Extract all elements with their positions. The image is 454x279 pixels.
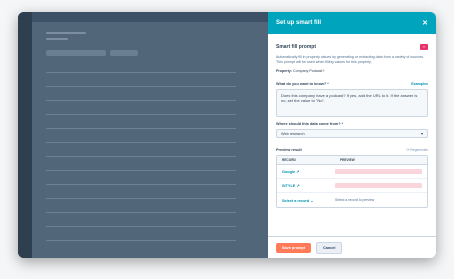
panel-title: Set up smart fill (276, 20, 322, 26)
ai-sparkle-icon: ✦ (420, 44, 428, 50)
preview-cell (335, 169, 427, 174)
background-row (46, 114, 236, 115)
column-header-preview: PREVIEW (340, 158, 355, 162)
background-topbar (32, 12, 268, 22)
source-select[interactable]: Web research ▾ (276, 129, 428, 138)
question-label: What do you want to know? * (276, 82, 329, 86)
preview-table: RECORD PREVIEW Google ↗ SITYLE ↗ Select … (276, 155, 428, 208)
question-label-row: What do you want to know? * Examples (276, 82, 428, 86)
close-icon[interactable]: ✕ (422, 19, 428, 27)
source-label-row: Where should this data come from? * (276, 122, 428, 126)
prompt-textarea[interactable]: Does this company have a podcast? If yes… (276, 89, 428, 117)
smart-fill-panel: Set up smart fill ✕ Smart fill prompt ✦ … (268, 12, 436, 258)
table-header: RECORD PREVIEW (277, 156, 427, 165)
app-window: Set up smart fill ✕ Smart fill prompt ✦ … (18, 12, 436, 258)
property-value: Company Podcast? (292, 69, 325, 73)
background-heading (46, 32, 86, 34)
select-record-dropdown[interactable]: Select a record ⌄ (277, 198, 335, 203)
regenerate-button[interactable]: ⟳ Regenerate (406, 148, 428, 152)
background-row (46, 142, 236, 143)
card-title-row: Smart fill prompt ✦ (276, 44, 428, 50)
preview-cell (335, 183, 427, 188)
panel-footer: Save prompt Cancel (268, 236, 436, 258)
background-filter (46, 50, 106, 56)
loading-bar (335, 169, 422, 174)
card-title: Smart fill prompt (276, 44, 317, 50)
cancel-button[interactable]: Cancel (316, 241, 343, 254)
background-row (46, 100, 236, 101)
table-row: Select a record ⌄ Select a record to pre… (277, 193, 427, 207)
background-subheading (46, 38, 68, 40)
examples-link[interactable]: Examples (411, 82, 428, 86)
background-row (46, 72, 236, 73)
table-row: Google ↗ (277, 165, 427, 179)
background-row (46, 170, 236, 171)
panel-body: Smart fill prompt ✦ Automatically fill i… (268, 34, 436, 208)
preview-header: Preview result ⟳ Regenerate (276, 148, 428, 152)
save-prompt-button[interactable]: Save prompt (276, 242, 311, 253)
background-row (46, 156, 236, 157)
background-row (46, 184, 236, 185)
panel-header: Set up smart fill ✕ (268, 12, 436, 34)
background-row (46, 86, 236, 87)
property-row: Property: Company Podcast? (276, 69, 428, 73)
record-link-google[interactable]: Google ↗ (277, 169, 335, 174)
card-description: Automatically fill in property values by… (276, 55, 425, 64)
source-label: Where should this data come from? * (276, 122, 344, 126)
preview-placeholder: Select a record to preview (335, 198, 375, 202)
property-key: Property: (276, 69, 292, 73)
chevron-down-icon: ▾ (420, 131, 423, 136)
table-row: SITYLE ↗ (277, 179, 427, 193)
loading-bar (335, 183, 422, 188)
source-selected-value: Web research (281, 131, 305, 136)
background-filter (110, 50, 138, 56)
preview-label: Preview result (276, 148, 302, 152)
record-link-sityle[interactable]: SITYLE ↗ (277, 183, 335, 188)
background-row (46, 198, 236, 199)
column-header-record: RECORD (282, 158, 296, 162)
background-row (46, 226, 236, 227)
background-row (46, 128, 236, 129)
background-row (46, 240, 236, 241)
background-sidebar (18, 12, 32, 258)
background-app-overlay (18, 12, 268, 258)
background-row (46, 212, 236, 213)
